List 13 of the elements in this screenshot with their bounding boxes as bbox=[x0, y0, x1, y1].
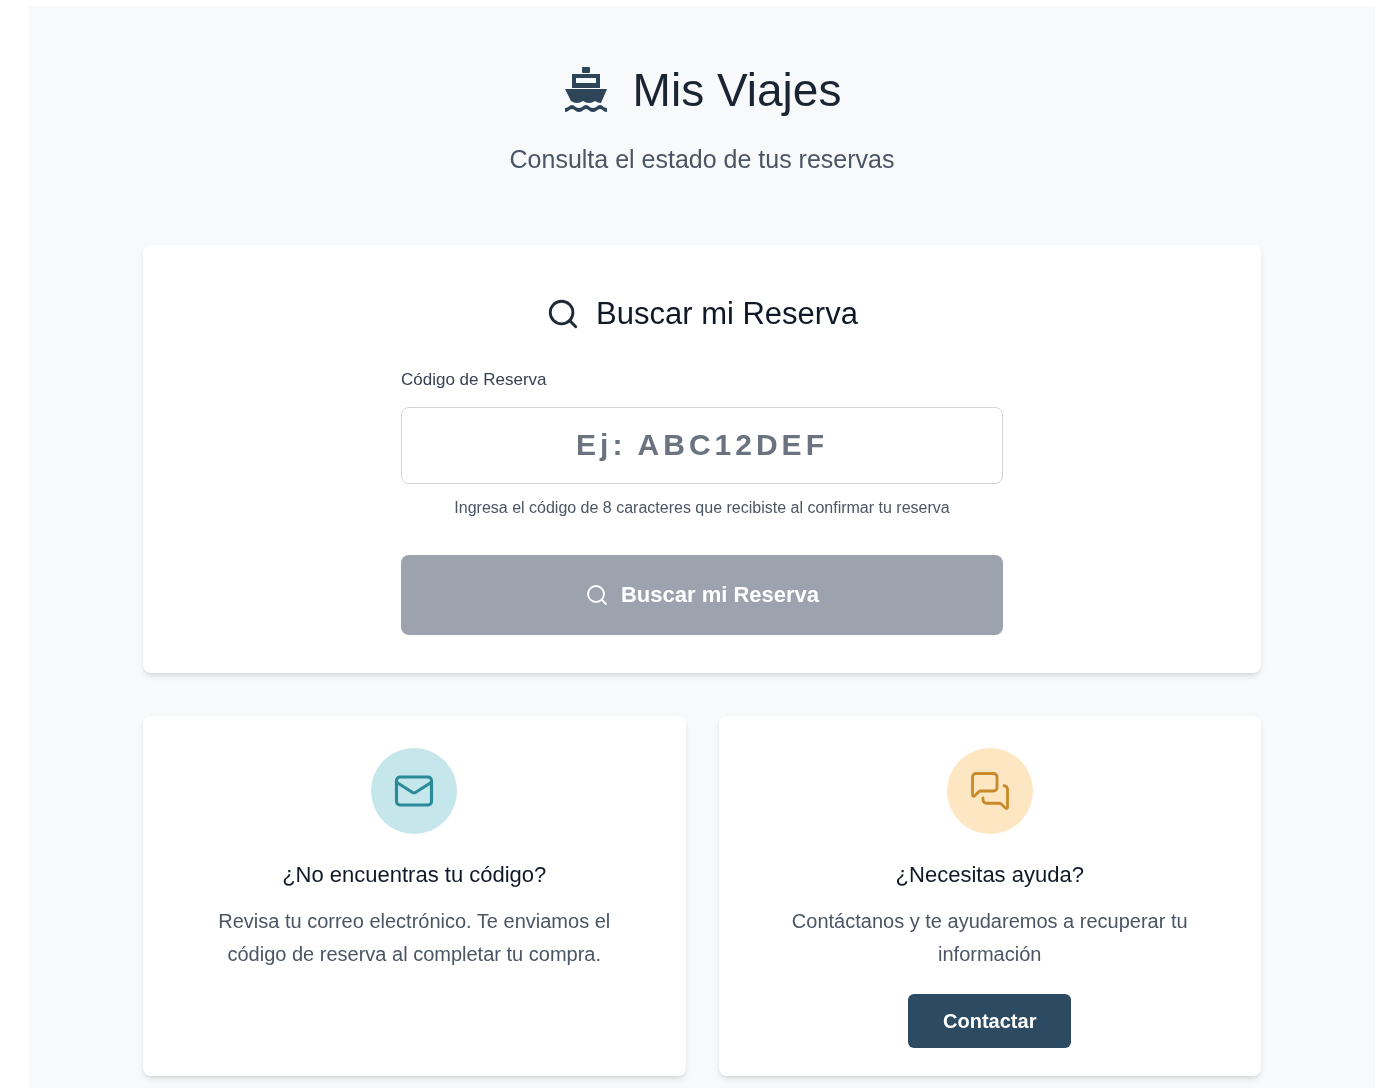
page-subtitle: Consulta el estado de tus reservas bbox=[509, 144, 895, 175]
field-hint: Ingresa el código de 8 caracteres que recibiste al confirmar tu reserva bbox=[453, 497, 951, 518]
search-icon bbox=[584, 582, 609, 607]
help-card-text: Contáctanos y te ayudaremos a recuperar tu información bbox=[790, 908, 1189, 967]
help-card-text: Revisa tu correo electrónico. Te enviamos el código de reserva al completar tu compra. bbox=[217, 908, 612, 967]
help-card-title: ¿No encuentras tu código? bbox=[282, 860, 547, 889]
reservation-code-field[interactable]: Ej: ABC12DEF bbox=[401, 406, 1003, 484]
speech-bubbles-icon bbox=[968, 769, 1011, 812]
field-label: Código de Reserva bbox=[401, 369, 548, 391]
card-title: Buscar mi Reserva bbox=[596, 294, 858, 333]
help-card-title: ¿Necesitas ayuda? bbox=[895, 860, 1084, 889]
contact-button[interactable]: Contactar bbox=[908, 993, 1072, 1048]
page-title: Mis Viajes bbox=[632, 63, 842, 118]
